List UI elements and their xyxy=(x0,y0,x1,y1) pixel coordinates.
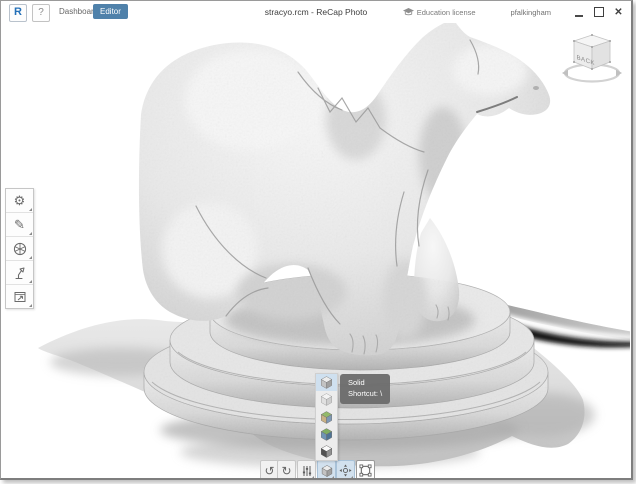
xray-cube-icon xyxy=(319,392,334,407)
pencil-icon: ✎ xyxy=(14,218,25,231)
lamp-icon xyxy=(13,266,27,280)
edit-tool-button[interactable]: ✎ xyxy=(6,213,33,237)
minimize-button[interactable] xyxy=(572,6,585,19)
render-mode-textured[interactable] xyxy=(316,408,337,425)
title-bar: R ? Dashboard Editor stracyo.rcm - ReCap… xyxy=(1,1,631,23)
redo-icon: ↻ xyxy=(281,465,291,477)
close-button[interactable]: ✕ xyxy=(612,6,625,19)
flyout-corner-triangle xyxy=(29,280,32,283)
solid-cube-icon xyxy=(319,375,334,390)
close-icon: ✕ xyxy=(614,7,622,18)
export-window-icon xyxy=(13,290,27,304)
render-mode-tooltip: Solid Shortcut: \ xyxy=(340,374,390,404)
analyze-tool-button[interactable] xyxy=(6,261,33,285)
help-button[interactable]: ? xyxy=(32,4,50,22)
render-mode-button[interactable] xyxy=(317,460,336,480)
tooltip-title: Solid xyxy=(348,378,382,389)
settings-tool-button[interactable]: ⚙ xyxy=(6,189,33,213)
monochrome-cube-icon xyxy=(319,444,334,459)
sliders-icon xyxy=(301,465,313,477)
flyout-corner-triangle xyxy=(29,304,32,307)
app-window: R ? Dashboard Editor stracyo.rcm - ReCap… xyxy=(0,0,633,480)
mesh-tools-button[interactable] xyxy=(6,237,33,261)
username-label: pfalkingham xyxy=(511,8,551,17)
selection-button[interactable] xyxy=(356,460,375,480)
textured-cube-icon xyxy=(319,410,334,425)
render-mode-monochrome[interactable] xyxy=(316,443,337,460)
flyout-corner-triangle xyxy=(29,256,32,259)
maximize-icon xyxy=(594,7,604,17)
orbit-button[interactable] xyxy=(336,460,355,480)
gear-icon: ⚙ xyxy=(14,194,26,207)
maximize-button[interactable] xyxy=(592,6,605,19)
tooltip-shortcut: Shortcut: \ xyxy=(348,389,382,400)
render-mode-solid[interactable] xyxy=(316,374,337,391)
render-mode-xray[interactable] xyxy=(316,391,337,408)
render-mode-textured-wireframe[interactable] xyxy=(316,426,337,443)
license-label: Education license xyxy=(417,8,476,17)
flyout-corner-triangle xyxy=(331,476,334,479)
redo-button[interactable]: ↻ xyxy=(277,460,296,480)
viewcube[interactable]: BACK xyxy=(561,29,623,92)
wheel-icon xyxy=(13,242,27,256)
graduation-cap-icon xyxy=(403,8,414,17)
minimize-icon xyxy=(575,15,583,17)
marquee-icon xyxy=(359,464,372,477)
flyout-corner-triangle xyxy=(29,232,32,235)
display-settings-button[interactable] xyxy=(297,460,316,480)
textured-wireframe-cube-icon xyxy=(319,427,334,442)
flyout-corner-triangle xyxy=(29,208,32,211)
window-title: stracyo.rcm - ReCap Photo xyxy=(265,7,368,17)
recap-logo[interactable]: R xyxy=(9,4,27,22)
export-tool-button[interactable] xyxy=(6,285,33,308)
flyout-corner-triangle xyxy=(350,476,353,479)
license-badge: Education license xyxy=(403,8,476,17)
left-toolbar: ⚙ ✎ xyxy=(5,188,34,309)
flyout-corner-triangle xyxy=(311,476,314,479)
render-mode-flyout xyxy=(315,373,338,461)
undo-icon: ↺ xyxy=(264,465,274,477)
tab-editor[interactable]: Editor xyxy=(93,4,128,19)
